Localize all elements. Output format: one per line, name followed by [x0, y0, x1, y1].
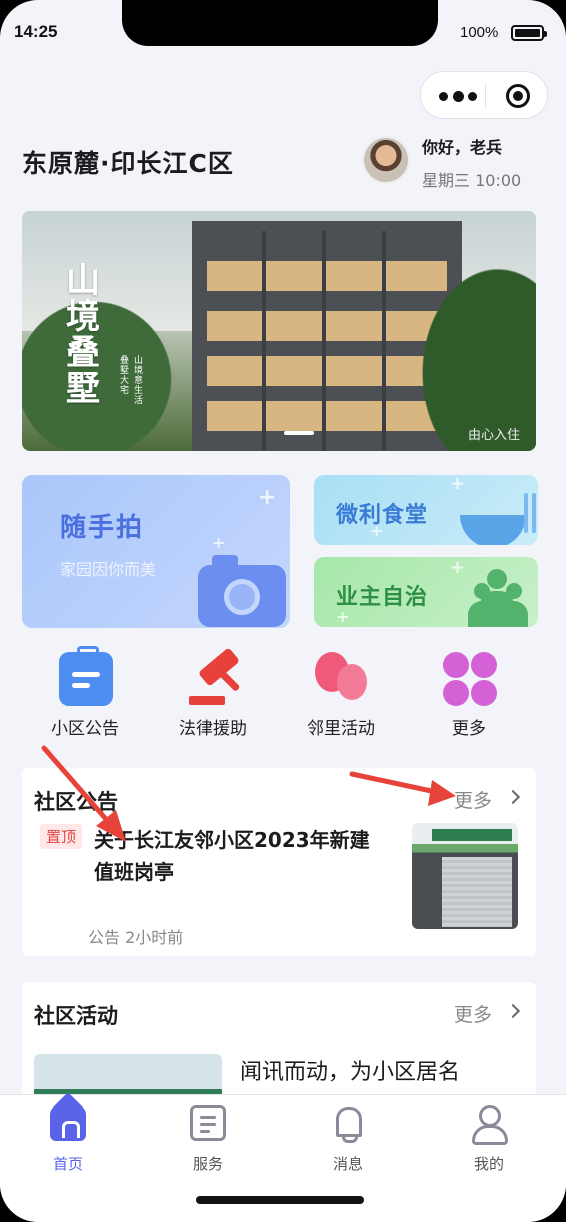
quick-link-legal[interactable]: 法律援助: [158, 647, 268, 740]
home-indicator: [196, 1196, 364, 1204]
tab-profile[interactable]: 我的: [444, 1103, 534, 1173]
decor-plus-icon: +: [370, 521, 384, 540]
home-icon: [50, 1105, 86, 1141]
chopsticks-icon: [532, 493, 536, 533]
user-icon: [471, 1105, 508, 1145]
owner-autonomy-card[interactable]: 业主自治 + +: [314, 557, 538, 627]
decor-plus-icon: +: [450, 557, 466, 578]
tab-label: 消息: [332, 1155, 363, 1173]
community-name[interactable]: 东原麓·印长江C区: [22, 144, 234, 180]
document-icon: [190, 1105, 226, 1141]
notice-section: 社区公告 更多 置顶 关于长江友邻小区2023年新建值班岗亭 公告 2小时前: [22, 768, 536, 956]
snap-photo-card[interactable]: 随手拍 家园因你而美 + +: [22, 475, 290, 628]
snap-subtitle: 家园因你而美: [60, 560, 157, 579]
snap-title: 随手拍: [60, 513, 145, 543]
decor-plus-icon: +: [336, 607, 350, 626]
battery-percent: 100%: [460, 24, 499, 41]
notice-clipboard-icon: [59, 646, 113, 706]
camera-icon: [198, 555, 286, 627]
chopsticks-icon: [524, 493, 528, 533]
activity-more-link[interactable]: 更多: [454, 1000, 492, 1027]
tab-home[interactable]: 首页: [23, 1103, 113, 1173]
avatar[interactable]: [362, 136, 410, 184]
mini-program-capsule: [420, 71, 548, 119]
banner-tree: [402, 241, 536, 451]
banner-subtext: 叠墅大宅: [120, 356, 130, 396]
notice-item-meta: 公告 2小时前: [88, 928, 184, 947]
quick-link-events[interactable]: 邻里活动: [286, 650, 396, 740]
banner-mullion: [322, 231, 326, 451]
close-target-icon[interactable]: [506, 84, 530, 108]
tab-messages[interactable]: 消息: [303, 1103, 393, 1173]
pinned-badge: 置顶: [40, 824, 83, 849]
banner-pager-indicator: [284, 431, 314, 435]
bell-icon: [330, 1105, 366, 1143]
bowl-icon: [460, 515, 526, 545]
greeting: 你好，老兵: [422, 138, 503, 157]
balloons-icon: [315, 652, 369, 706]
activity-item-title[interactable]: 闻讯而动，为小区居名: [240, 1054, 460, 1086]
quick-link-label: 更多: [452, 719, 486, 739]
banner-watermark: 由心入住: [467, 428, 520, 443]
clover-grid-icon: [443, 652, 497, 706]
section-title: 社区活动: [34, 1004, 118, 1028]
notice-thumbnail[interactable]: [412, 823, 518, 929]
quick-link-notice[interactable]: 小区公告: [30, 646, 140, 740]
decor-plus-icon: +: [212, 533, 226, 552]
quick-link-more[interactable]: 更多: [414, 650, 524, 740]
more-dots-icon[interactable]: [437, 86, 485, 106]
banner-mullion: [262, 231, 266, 451]
tab-label: 服务: [192, 1155, 223, 1173]
quick-link-label: 邻里活动: [307, 719, 375, 739]
gavel-icon: [187, 647, 241, 706]
banner-mullion: [382, 231, 386, 451]
tab-label: 我的: [473, 1155, 504, 1173]
date-time: 星期三 10:00: [422, 171, 522, 190]
promo-banner[interactable]: 山境叠墅 叠墅大宅 山境意生活 由心入住: [22, 211, 536, 451]
banner-subtext: 山境意生活: [134, 356, 144, 406]
decor-plus-icon: +: [450, 475, 466, 494]
chevron-right-icon[interactable]: [505, 789, 521, 805]
quick-link-label: 小区公告: [51, 719, 119, 739]
battery-icon: [511, 25, 547, 41]
notice-more-link[interactable]: 更多: [454, 786, 492, 813]
quick-link-label: 法律援助: [179, 719, 247, 739]
section-title: 社区公告: [34, 790, 118, 814]
tab-label: 首页: [52, 1155, 83, 1173]
capsule-divider: [485, 84, 486, 108]
notice-item-title[interactable]: 关于长江友邻小区2023年新建值班岗亭: [94, 824, 384, 888]
phone-screen: 14:25 100% 东原麓·印长江C区 你好，老兵 星期三 10:00 山境叠…: [0, 0, 566, 1222]
chevron-right-icon[interactable]: [505, 1003, 521, 1019]
canteen-card[interactable]: 微利食堂 + +: [314, 475, 538, 545]
owner-title: 业主自治: [336, 585, 429, 610]
notch: [122, 0, 438, 46]
decor-plus-icon: +: [258, 485, 277, 510]
tab-services[interactable]: 服务: [163, 1103, 253, 1173]
status-time: 14:25: [14, 22, 58, 41]
banner-calligraphy: 山境叠墅: [66, 261, 100, 409]
